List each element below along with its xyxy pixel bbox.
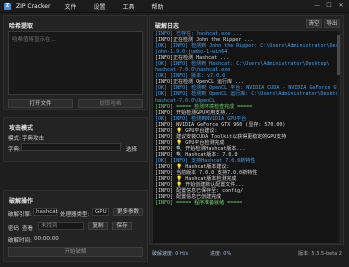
- menu-settings[interactable]: 设置: [93, 2, 105, 11]
- minimize-icon[interactable]: —: [311, 1, 323, 11]
- log-scrollbar[interactable]: [337, 31, 340, 243]
- time-value: 00:00:00: [34, 236, 59, 242]
- device-label: 处理器类型:: [60, 212, 90, 218]
- progress-status: 进度: 0%: [210, 251, 232, 257]
- time-label: 破解时间:: [8, 238, 32, 244]
- start-crack-button[interactable]: 开始破解: [8, 247, 143, 257]
- export-log-button[interactable]: 导出: [324, 19, 340, 28]
- dict-path-input[interactable]: [21, 143, 121, 151]
- log-lines: [INFO] 已存在: hashcat.exe ... [INFO]正在检测 Jo…: [153, 31, 340, 206]
- mode-label: 模式:: [8, 136, 21, 142]
- result-field: 未找到: [38, 222, 84, 230]
- app-title: ZIP Cracker: [16, 2, 51, 10]
- log-line: [INFO] ===== 程序准备就绪 =====: [155, 200, 243, 207]
- more-params-button[interactable]: 更多参数: [113, 208, 143, 216]
- menu-tools[interactable]: 工具: [123, 2, 135, 11]
- hash-output-textarea[interactable]: 哈希值将显示在...: [8, 31, 143, 95]
- result-label: 密码: [8, 226, 20, 232]
- browse-dict-button[interactable]: 选择: [126, 145, 137, 153]
- version-status: 版本: 5.3.5-beta 2: [298, 251, 342, 257]
- maximize-icon[interactable]: ☐: [323, 1, 335, 11]
- engine-select[interactable]: hashcat: [33, 208, 58, 216]
- result-view-link[interactable]: 查看: [22, 224, 33, 232]
- engine-label: 破解引擎:: [8, 212, 32, 218]
- log-scrollbar-thumb[interactable]: [337, 35, 340, 75]
- attack-panel: 攻击模式 模式: 字典攻击 字典: 选择: [3, 117, 148, 162]
- log-output[interactable]: [INFO] 已存在: hashcat.exe ... [INFO]正在检测 Jo…: [152, 30, 341, 244]
- menu-help[interactable]: 帮助: [152, 2, 164, 11]
- open-file-button[interactable]: 打开文件: [8, 99, 73, 108]
- crack-panel: 破解操作 破解引擎: hashcat 处理器类型: GPU 更多参数 密码 查看…: [3, 190, 148, 262]
- extract-hash-button[interactable]: 提取哈希: [78, 99, 143, 108]
- hash-placeholder: 哈希值将显示在...: [12, 37, 56, 43]
- attack-panel-title: 攻击模式: [9, 125, 34, 132]
- mode-value[interactable]: 字典攻击: [22, 134, 44, 142]
- zip-app-icon: Z: [4, 2, 11, 10]
- save-button[interactable]: 保存: [112, 222, 132, 230]
- log-line: [OK] [INFO] 检测到 OpenCL 运行库: C:\Users\Adm…: [155, 91, 341, 98]
- dict-label: 字典:: [8, 147, 21, 153]
- title-bar: Z ZIP Cracker 文件 设置 工具 帮助 — ☐ ✕: [0, 0, 349, 13]
- menu-file[interactable]: 文件: [64, 2, 76, 11]
- close-icon[interactable]: ✕: [335, 1, 347, 11]
- device-select[interactable]: GPU: [92, 208, 109, 216]
- copy-button[interactable]: 复制: [88, 222, 108, 230]
- hash-panel-title: 哈希提取: [9, 23, 34, 30]
- hash-panel: 哈希提取 哈希值将显示在... 打开文件 提取哈希: [3, 15, 148, 110]
- speed-status: 破解速度: 0 H/s: [152, 251, 189, 257]
- status-bar: 破解速度: 0 H/s 进度: 0% 版本: 5.3.5-beta 2: [152, 247, 342, 259]
- clear-log-button[interactable]: 清空: [306, 19, 322, 28]
- crack-panel-title: 破解操作: [9, 198, 34, 205]
- log-panel-title: 破解日志: [155, 23, 180, 30]
